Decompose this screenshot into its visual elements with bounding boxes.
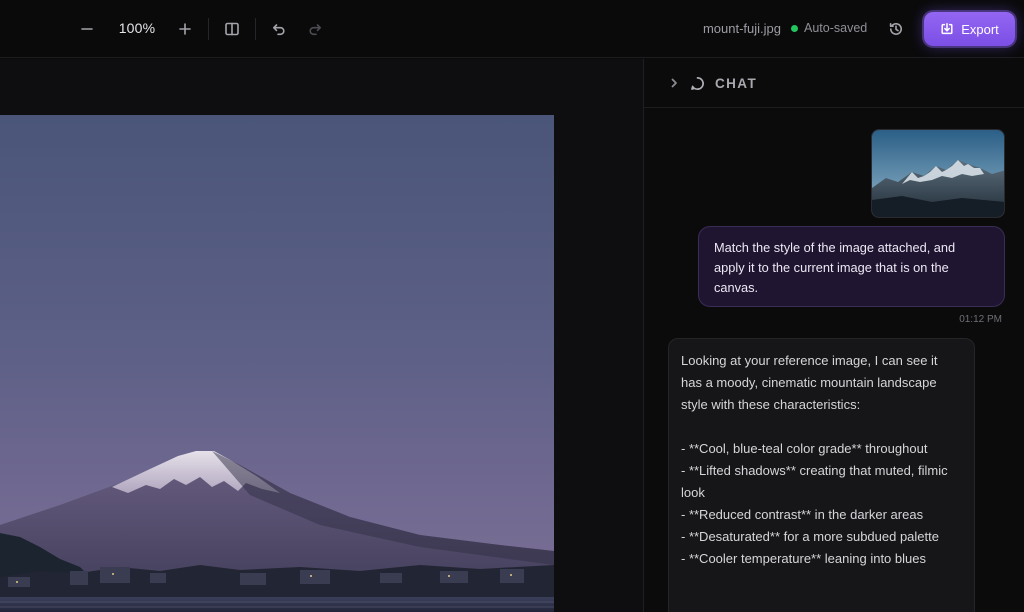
history-icon xyxy=(889,22,902,35)
export-icon xyxy=(941,23,953,35)
export-label: Export xyxy=(961,21,999,37)
message-timestamp: 01:12 PM xyxy=(959,314,1002,325)
chat-header: CHAT xyxy=(644,59,1024,108)
undo-icon xyxy=(273,24,285,36)
zoom-in-button[interactable] xyxy=(170,14,200,44)
assistant-point: - **Lifted shadows** creating that muted… xyxy=(681,463,948,500)
assistant-point: - **Cooler temperature** leaning into bl… xyxy=(681,551,926,566)
plus-icon xyxy=(179,23,191,35)
split-view-icon xyxy=(225,22,239,36)
save-status: Auto-saved xyxy=(791,21,867,35)
canvas-area[interactable] xyxy=(0,59,643,612)
attached-image-thumbnail[interactable] xyxy=(871,129,1005,218)
zoom-out-button[interactable] xyxy=(72,14,102,44)
status-dot-icon xyxy=(791,24,798,32)
export-button[interactable]: Export xyxy=(924,12,1015,46)
assistant-point: - **Desaturated** for a more subdued pal… xyxy=(681,529,939,544)
assistant-intro-text: Looking at your reference image, I can s… xyxy=(681,353,938,412)
compare-view-button[interactable] xyxy=(217,14,247,44)
minus-icon xyxy=(81,28,93,30)
chat-panel: CHAT Match the style of the image attach… xyxy=(643,59,1024,612)
toolbar-divider xyxy=(255,18,256,40)
toolbar-divider xyxy=(208,18,209,40)
undo-button[interactable] xyxy=(264,14,294,44)
chat-bubble-icon xyxy=(690,76,705,91)
redo-icon xyxy=(309,24,321,36)
mount-fuji-image xyxy=(0,115,554,612)
canvas-image[interactable] xyxy=(0,115,554,612)
assistant-point: - **Cool, blue-teal color grade** throug… xyxy=(681,441,928,456)
chevron-right-icon[interactable] xyxy=(668,77,680,89)
chat-title: CHAT xyxy=(715,75,758,91)
file-name: mount-fuji.jpg xyxy=(702,21,781,36)
assistant-message-bubble: Looking at your reference image, I can s… xyxy=(668,338,975,612)
user-message-bubble: Match the style of the image attached, a… xyxy=(698,226,1005,307)
reference-mountain-image xyxy=(872,130,1004,217)
redo-button[interactable] xyxy=(300,14,330,44)
zoom-level: 100% xyxy=(118,20,156,36)
top-toolbar: 100% mount-fuji.jpg Auto-saved Export xyxy=(0,0,1024,58)
assistant-point: - **Reduced contrast** in the darker are… xyxy=(681,507,924,522)
save-status-label: Auto-saved xyxy=(804,21,868,35)
history-button[interactable] xyxy=(881,14,911,44)
